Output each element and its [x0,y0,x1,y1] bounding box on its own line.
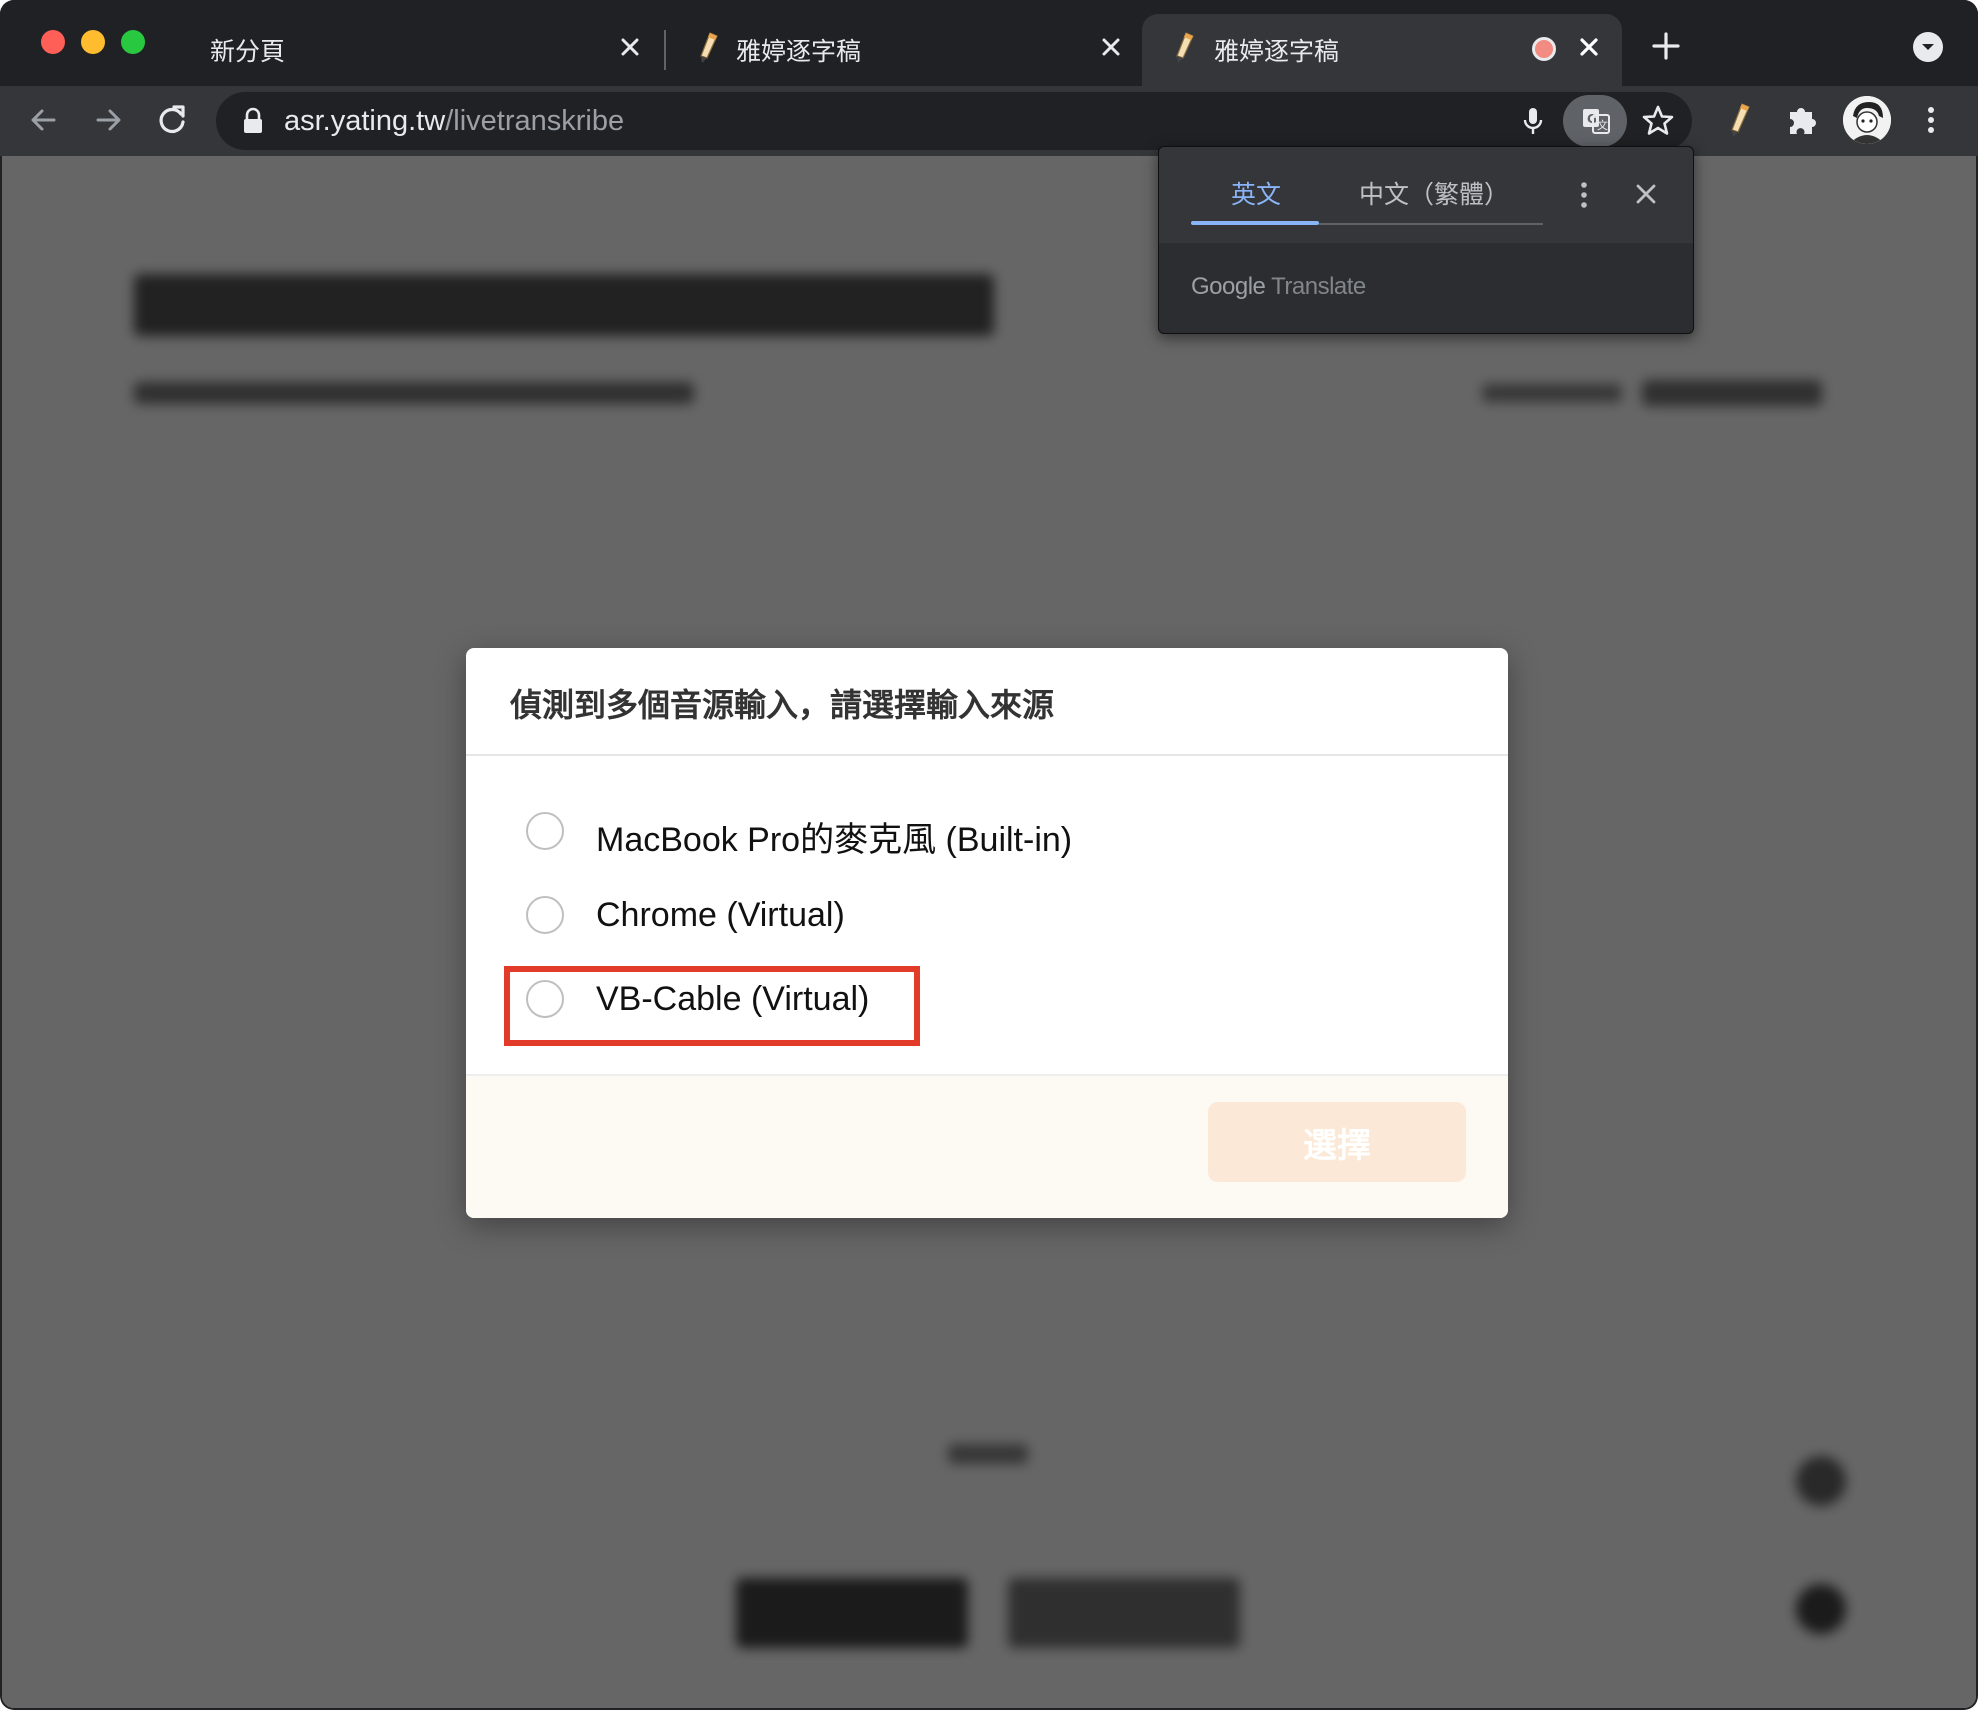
tab-underline-active [1191,221,1319,225]
dialog-header: 偵測到多個音源輸入，請選擇輸入來源 [466,648,1508,756]
option-label[interactable]: MacBook Pro的麥克風 (Built-in) [596,812,1072,861]
recording-indicator-icon [1532,37,1556,61]
dialog-title: 偵測到多個音源輸入，請選擇輸入來源 [510,687,1055,723]
window-close-button[interactable] [41,30,65,54]
profile-avatar[interactable] [1843,96,1891,144]
url-host: asr.yating.tw [284,105,446,137]
radio-button[interactable] [526,812,564,850]
close-icon[interactable] [1572,30,1606,64]
yating-favicon-icon [690,30,724,64]
brand-translate: Translate [1271,273,1366,300]
address-bar[interactable]: asr.yating.tw/livetranskribe G 文 [216,92,1692,150]
svg-text:文: 文 [1597,118,1608,132]
tab-yating-1[interactable]: 雅婷逐字稿 [680,14,1140,86]
chrome-menu-button[interactable] [1911,100,1951,140]
more-vert-icon[interactable] [1569,177,1599,213]
radio-button[interactable] [526,980,564,1018]
tab-search-icon [1922,44,1934,50]
reload-icon [159,105,185,134]
back-button[interactable] [24,100,64,140]
back-arrow-icon [31,109,56,131]
more-vert-icon [1928,107,1934,133]
audio-source-dialog: 偵測到多個音源輸入，請選擇輸入來源 MacBook Pro的麥克風 (Built… [466,648,1508,1218]
tab-underline [1319,223,1543,225]
new-tab-button[interactable] [1648,28,1684,64]
close-icon[interactable] [613,30,647,64]
tab-target-language[interactable]: 中文（繁體） [1359,175,1509,211]
plus-icon [1652,32,1680,60]
forward-button[interactable] [88,100,128,140]
option-label[interactable]: VB-Cable (Virtual) [596,980,869,1019]
tab-title: 雅婷逐字稿 [1214,38,1340,66]
audio-option-vb-cable[interactable]: VB-Cable (Virtual) [526,970,1126,1030]
lock-icon[interactable] [240,107,266,135]
reload-button[interactable] [152,100,192,140]
microphone-icon[interactable] [1516,104,1550,138]
audio-option-macbook-mic[interactable]: MacBook Pro的麥克風 (Built-in) [526,802,1126,862]
close-icon[interactable] [1631,179,1661,209]
url-path: /livetranskribe [445,105,625,137]
tab-search-button[interactable] [1913,32,1943,62]
browser-window: 新分頁 雅婷逐字稿 雅婷逐字稿 asr.yating.tw/livetransk… [0,0,1978,1710]
translate-icon: G 文 [1583,109,1610,134]
url-text[interactable]: asr.yating.tw/livetranskribe [284,105,624,138]
yating-extension-icon[interactable] [1718,100,1758,140]
window-minimize-button[interactable] [81,30,105,54]
translate-bubble: 英文 中文（繁體） Google Translate [1158,146,1694,334]
google-translate-branding: Google Translate [1191,273,1366,301]
translate-page-button[interactable]: G 文 [1563,95,1627,147]
tab-title: 新分頁 [210,38,286,66]
page-viewport: 偵測到多個音源輸入，請選擇輸入來源 MacBook Pro的麥克風 (Built… [2,156,1976,1708]
radio-button[interactable] [526,896,564,934]
audio-option-chrome-virtual[interactable]: Chrome (Virtual) [526,886,1126,946]
tab-strip: 新分頁 雅婷逐字稿 雅婷逐字稿 [0,0,1978,86]
brand-google: Google [1191,273,1266,300]
window-maximize-button[interactable] [121,30,145,54]
yating-favicon-icon [1166,30,1200,64]
tab-yating-active[interactable]: 雅婷逐字稿 [1142,14,1622,86]
select-button[interactable]: 選擇 [1208,1102,1466,1182]
tab-title: 雅婷逐字稿 [736,38,862,66]
tab-new-tab[interactable]: 新分頁 [190,14,650,86]
dialog-footer: 選擇 [466,1074,1508,1218]
bookmark-star-icon[interactable] [1640,103,1676,139]
forward-arrow-icon [96,109,121,131]
extensions-puzzle-icon[interactable] [1782,100,1822,140]
tab-separator [664,30,666,70]
translate-bubble-header: 英文 中文（繁體） [1159,147,1693,243]
close-icon[interactable] [1094,30,1128,64]
tab-source-language[interactable]: 英文 [1231,175,1281,211]
option-label[interactable]: Chrome (Virtual) [596,896,845,935]
